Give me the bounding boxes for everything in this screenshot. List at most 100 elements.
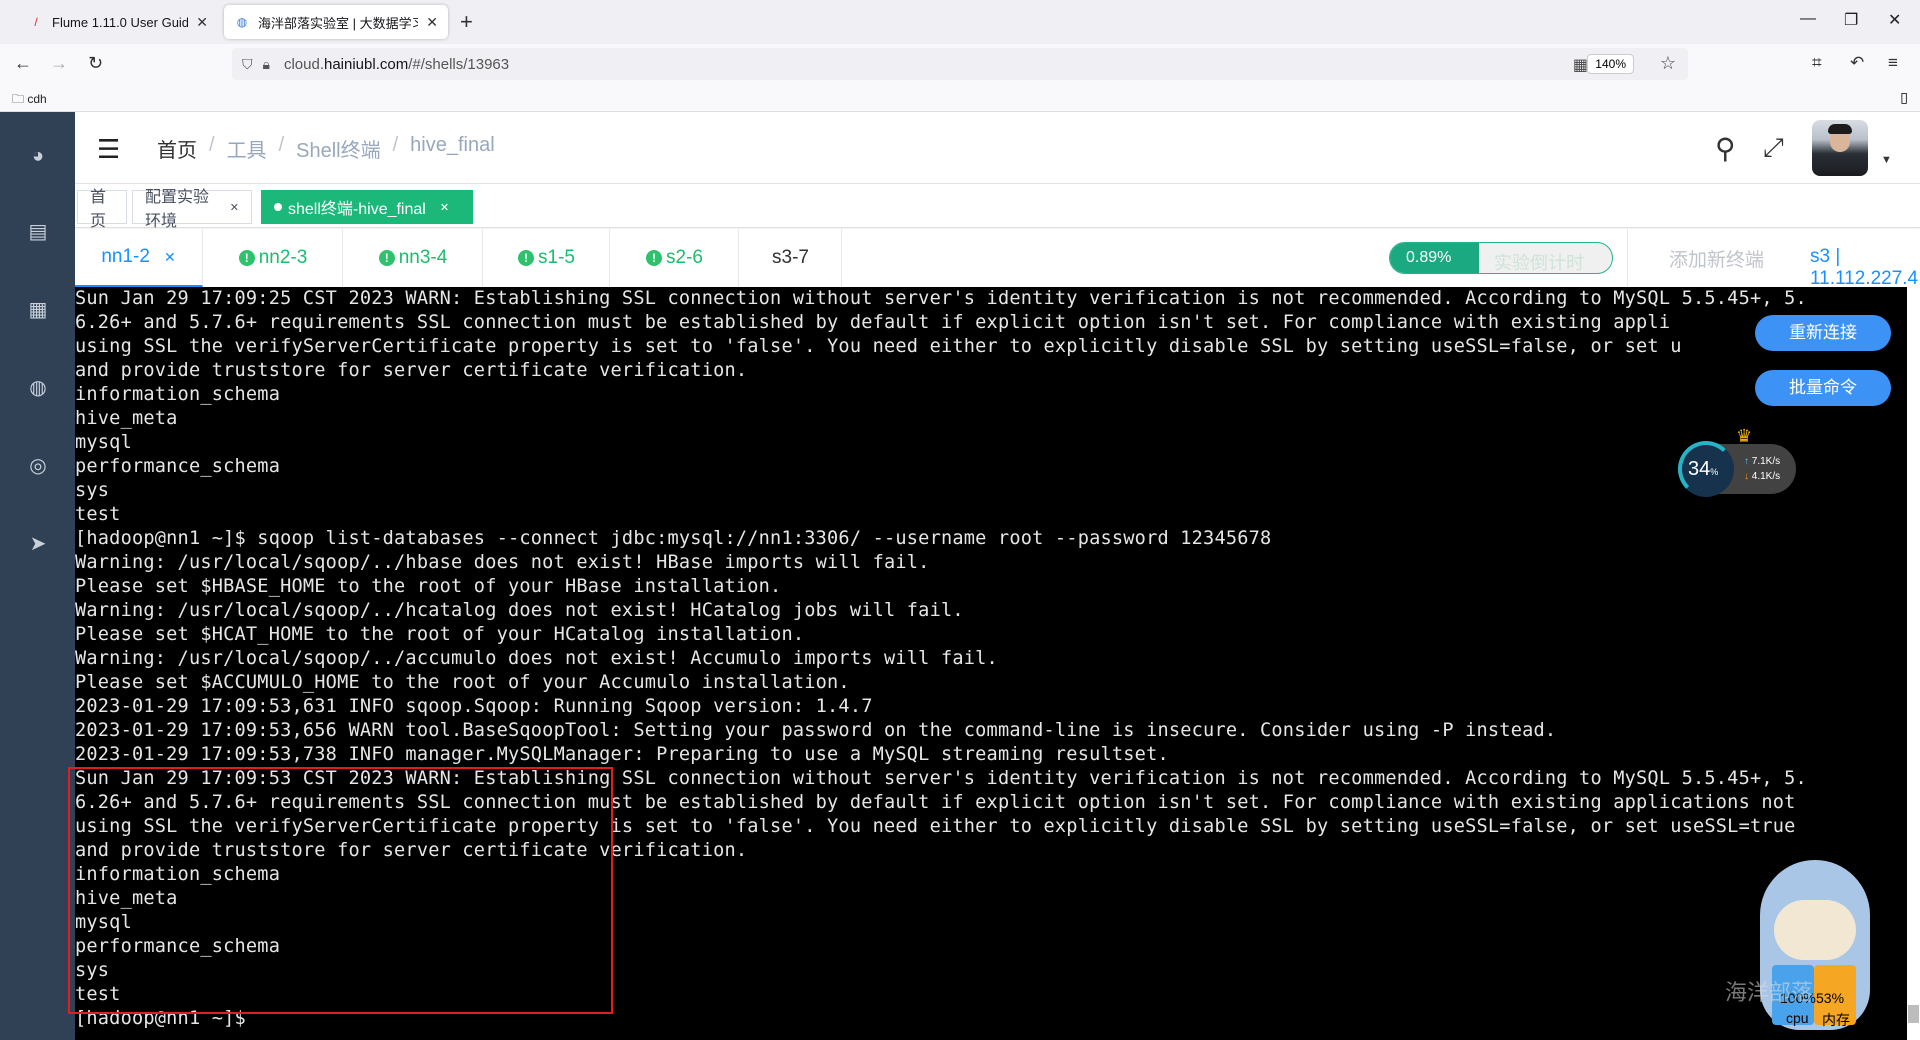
globe-icon[interactable]: ◍ — [26, 376, 50, 400]
close-icon[interactable]: ✕ — [196, 14, 208, 31]
terminal-scrollbar[interactable] — [1907, 287, 1920, 1040]
search-icon[interactable]: ⚲ — [1715, 132, 1736, 165]
crown-icon: ♛ — [1736, 426, 1753, 446]
fullscreen-icon[interactable]: ⤢ — [1763, 132, 1784, 164]
terminal-tab-label: nn3-4 — [398, 247, 448, 268]
browser-tab-hainiu[interactable]: ◍ 海泮部落实验室 | 大数据学习云 ✕ — [224, 5, 448, 39]
mobile-bookmarks-icon[interactable]: ▯ — [1900, 89, 1908, 106]
bookmark-folder-cdh[interactable]: 🗀︎ cdh — [12, 90, 47, 111]
terminal-tab-label: s3-7 — [772, 247, 809, 268]
close-icon[interactable]: ✕ — [440, 201, 449, 214]
close-window-icon[interactable]: ✕ — [1888, 10, 1901, 30]
terminal-tab-label: s2-6 — [666, 247, 703, 268]
status-ok-icon: ! — [518, 250, 535, 266]
minimize-icon[interactable]: — — [1800, 10, 1816, 28]
terminal-tab-nn3-4[interactable]: ! nn3-4 — [344, 229, 483, 287]
bookmark-star-icon[interactable]: ☆ — [1660, 53, 1676, 74]
breadcrumb: 首页 / 工具 / Shell终端 / hive_final — [157, 134, 495, 163]
bookmark-label: cdh — [27, 92, 47, 106]
terminal-tab-label: nn1-2 — [101, 246, 150, 267]
status-ok-icon: ! — [238, 250, 255, 266]
breadcrumb-separator: / — [278, 134, 285, 156]
close-icon[interactable]: ✕ — [164, 249, 176, 266]
apps-grid-icon[interactable]: ▦ — [26, 298, 50, 322]
feather-icon: / — [34, 15, 38, 29]
add-terminal-button[interactable]: 添加新终端 — [1627, 229, 1805, 287]
tag-shell-hive-final[interactable]: shell终端-hive_final ✕ — [261, 190, 473, 224]
breadcrumb-item-shell[interactable]: Shell终端 — [296, 134, 380, 163]
countdown-progress: 0.89% 实验倒计时 — [1389, 242, 1613, 274]
terminal-tab-nn1-2[interactable]: nn1-2 ✕ — [75, 229, 203, 287]
app-header: ☰ 首页 / 工具 / Shell终端 / hive_final ⚲ ⤢ ▼ — [75, 112, 1920, 184]
restore-icon[interactable]: ❐ — [1844, 10, 1858, 30]
breadcrumb-item-home[interactable]: 首页 — [157, 134, 197, 163]
folder-icon: 🗀︎ — [12, 92, 25, 106]
terminal-line: Warning: /usr/local/sqoop/../hcatalog do… — [75, 600, 964, 621]
cpu-label: cpu — [1786, 1010, 1809, 1026]
address-bar[interactable]: ⛉ 🔒︎ cloud.hainiubl.com/#/shells/13963 ▦… — [232, 48, 1688, 80]
close-icon[interactable]: ✕ — [230, 201, 239, 214]
batch-command-button[interactable]: 批量命令 — [1755, 370, 1891, 406]
network-speed-widget[interactable]: ♛ 34% ↑ 7.1K/s ↓ 4.1K/s — [1678, 426, 1796, 497]
url-text[interactable]: cloud.hainiubl.com/#/shells/13963 — [284, 56, 509, 73]
tag-home[interactable]: 首页 — [77, 189, 127, 230]
terminal-line: Warning: /usr/local/sqoop/../hbase does … — [75, 552, 930, 573]
bookmarks-bar: 🗀︎ cdh ▯ — [0, 84, 1920, 112]
terminal-tab-s2-6[interactable]: ! s2-6 — [611, 229, 739, 287]
highlight-box — [68, 767, 613, 1014]
browser-tab-flume[interactable]: / Flume 1.11.0 User Guide — A ✕ — [18, 5, 218, 39]
dashboard-icon[interactable]: ◕ — [26, 144, 50, 168]
terminal-tab-label: s1-5 — [538, 247, 575, 268]
penguin-mascot-widget[interactable]: 100% 53% cpu 内存 — [1750, 860, 1880, 1040]
caret-down-icon[interactable]: ▼ — [1881, 154, 1892, 166]
menu-icon[interactable]: ≡ — [1888, 53, 1898, 73]
close-icon[interactable]: ✕ — [426, 14, 438, 31]
shield-icon[interactable]: ⛉ — [242, 56, 253, 73]
tag-config-env[interactable]: 配置实验环境 ✕ — [132, 189, 252, 230]
terminal-line: 2023-01-29 17:09:53,631 INFO sqoop.Sqoop… — [75, 696, 873, 717]
reload-icon[interactable]: ↻ — [88, 53, 103, 74]
terminal-line: test — [75, 504, 121, 525]
qr-code-icon[interactable]: ▦ — [1573, 55, 1588, 75]
browser-nav-bar: ← → ↻ ⛉ 🔒︎ cloud.hainiubl.com/#/shells/1… — [0, 44, 1920, 84]
new-tab-button[interactable]: + — [460, 9, 473, 35]
terminal-line: information_schema — [75, 384, 281, 405]
terminal-tab-s1-5[interactable]: ! s1-5 — [484, 229, 610, 287]
lifebuoy-icon[interactable]: ◎ — [26, 454, 50, 478]
terminal-line: Please set $HCAT_HOME to the root of you… — [75, 624, 805, 645]
terminal-tabs: nn1-2 ✕ ! nn2-3 ! nn3-4 ! s1-5 ! s2-6 s3… — [75, 229, 1920, 309]
hamburger-icon[interactable]: ☰ — [97, 134, 120, 165]
terminal-line: hive_meta — [75, 408, 178, 429]
terminal-line: Please set $HBASE_HOME to the root of yo… — [75, 576, 782, 597]
back-icon[interactable]: ← — [14, 53, 32, 74]
document-icon[interactable]: ▤ — [26, 220, 50, 244]
terminal-line: using SSL the verifyServerCertificate pr… — [75, 336, 1682, 357]
active-dot-icon — [274, 203, 282, 211]
download-speed: ↓ 4.1K/s — [1744, 471, 1781, 482]
send-icon[interactable]: ➤ — [26, 532, 50, 556]
terminal-scrollbar-thumb[interactable] — [1908, 1005, 1919, 1023]
tag-label: 配置实验环境 — [145, 189, 210, 230]
terminal-line: Sun Jan 29 17:09:25 CST 2023 WARN: Estab… — [75, 288, 1807, 309]
reconnect-button[interactable]: 重新连接 — [1755, 315, 1891, 351]
forward-icon[interactable]: → — [50, 53, 68, 74]
terminal-line: Warning: /usr/local/sqoop/../accumulo do… — [75, 648, 998, 669]
site-favicon-icon: ◍ — [236, 15, 248, 29]
breadcrumb-separator: / — [392, 134, 399, 156]
terminal-tab-nn2-3[interactable]: ! nn2-3 — [204, 229, 343, 287]
breadcrumb-item-current: hive_final — [410, 134, 495, 156]
terminal-tab-s3-7[interactable]: s3-7 — [740, 229, 842, 287]
undo-icon[interactable]: ↶ — [1850, 53, 1864, 73]
avatar[interactable] — [1812, 120, 1868, 176]
memory-value: 53% — [1816, 990, 1845, 1006]
watermark: 海洋部落 — [1725, 981, 1814, 1006]
lock-icon[interactable]: 🔒︎ — [263, 56, 270, 73]
breadcrumb-item-tools[interactable]: 工具 — [227, 134, 267, 163]
terminal-line: 6.26+ and 5.7.6+ requirements SSL connec… — [75, 312, 1671, 333]
zoom-level[interactable]: 140% — [1587, 54, 1634, 74]
terminal-tab-label: nn2-3 — [258, 247, 308, 268]
tag-label: 首页 — [90, 189, 107, 230]
browser-tab-title: Flume 1.11.0 User Guide — A — [52, 14, 189, 30]
crop-icon[interactable]: ⌗ — [1812, 53, 1822, 73]
terminal-line: sys — [75, 480, 110, 501]
